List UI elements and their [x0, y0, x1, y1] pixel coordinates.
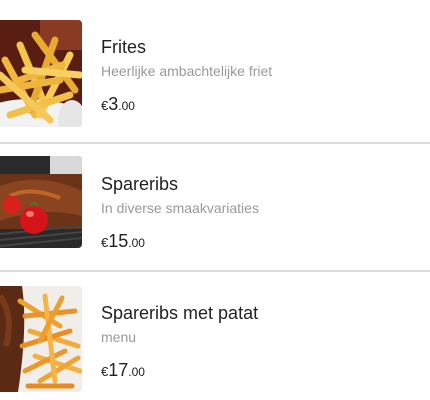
item-description: In diverse smaakvariaties: [101, 200, 259, 216]
menu-item-frites[interactable]: Frites Heerlijke ambachtelijke friet €3.…: [0, 0, 430, 142]
item-name: Spareribs: [101, 174, 179, 194]
price-whole: 15: [108, 231, 129, 251]
spareribs-with-fries-photo: [0, 286, 82, 392]
menu-item-spareribs-met-patat[interactable]: Spareribs met patat menu €17.00: [0, 272, 430, 400]
spareribs-photo: [0, 156, 82, 248]
item-price: €3.00: [101, 94, 135, 115]
price-cents: .00: [128, 236, 145, 250]
price-whole: 17: [108, 360, 129, 380]
item-name: Spareribs met patat: [101, 303, 259, 323]
item-description: menu: [101, 329, 137, 345]
item-price: €17.00: [101, 360, 145, 381]
item-name: Frites: [101, 37, 146, 57]
fries-photo: [0, 20, 82, 127]
item-description: Heerlijke ambachtelijke friet: [101, 63, 273, 79]
menu-item-spareribs[interactable]: Spareribs In diverse smaakvariaties €15.…: [0, 144, 430, 270]
price-whole: 3: [108, 94, 119, 114]
item-price: €15.00: [101, 231, 145, 252]
price-cents: .00: [128, 365, 145, 379]
price-cents: .00: [118, 99, 135, 113]
